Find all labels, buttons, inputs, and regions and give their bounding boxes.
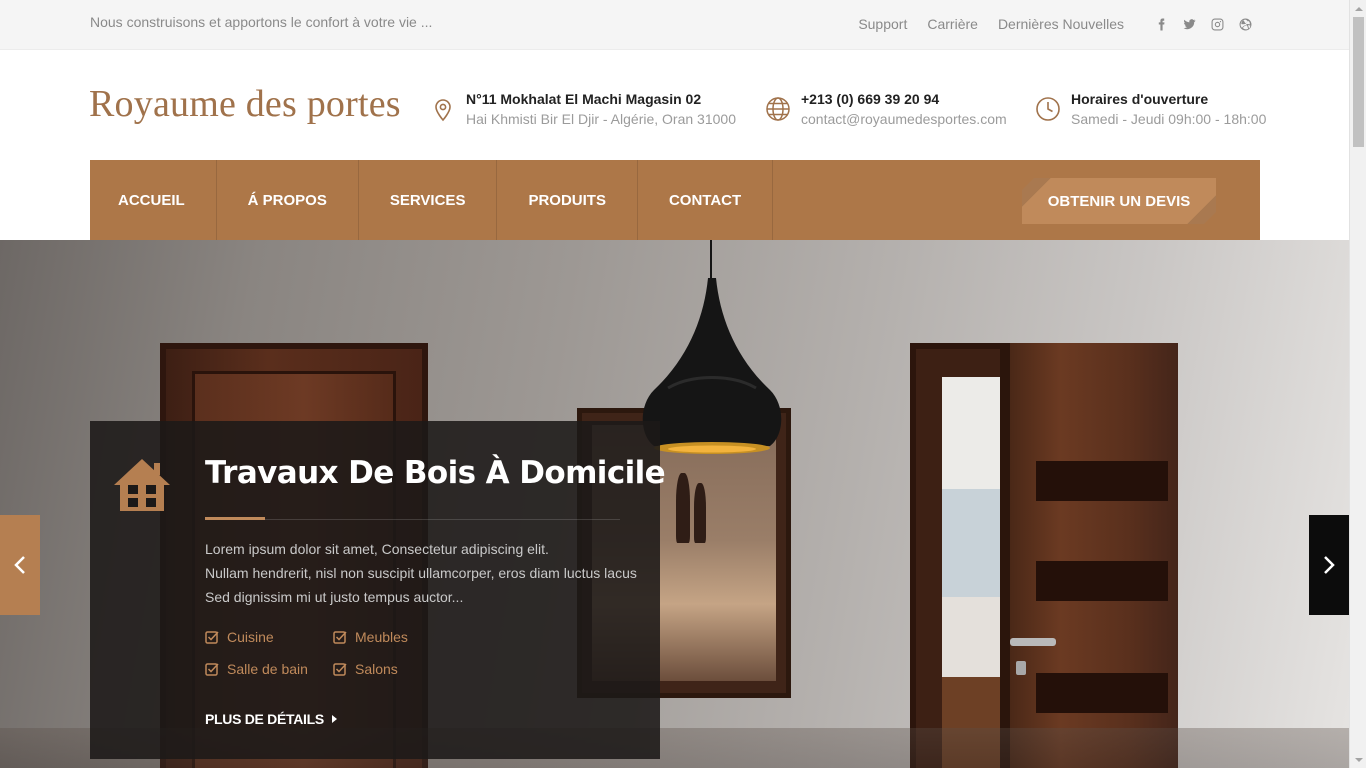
main-nav: ACCUEIL Á PROPOS SERVICES PRODUITS CONTA…: [90, 160, 1260, 240]
door-opening: [942, 377, 1004, 768]
painting-vase: [694, 483, 706, 543]
phone-number[interactable]: +213 (0) 669 39 20 94: [801, 90, 1007, 108]
nav-item-accueil[interactable]: ACCUEIL: [90, 160, 217, 240]
feature-item: Salle de bain: [205, 661, 308, 677]
map-pin-icon: [430, 96, 456, 122]
facebook-icon[interactable]: [1154, 17, 1168, 31]
get-quote-button[interactable]: OBTENIR UN DEVIS: [1022, 178, 1216, 224]
title-divider: [205, 519, 620, 520]
door-lock: [1016, 661, 1026, 675]
hours-value: Samedi - Jeudi 09h:00 - 18h:00: [1071, 111, 1267, 127]
feature-label: Salle de bain: [227, 661, 308, 677]
feature-item: Cuisine: [205, 629, 274, 645]
chevron-left-icon: [14, 556, 25, 574]
nav-item-produits[interactable]: PRODUITS: [497, 160, 638, 240]
title-divider-accent: [205, 517, 265, 520]
hero-overlay: Travaux De Bois À Domicile Lorem ipsum d…: [90, 421, 666, 759]
instagram-icon[interactable]: [1210, 17, 1224, 31]
twitter-icon[interactable]: [1182, 17, 1196, 31]
contact-info: +213 (0) 669 39 20 94 contact@royaumedes…: [765, 90, 1007, 130]
address-line1: N°11 Mokhalat El Machi Magasin 02: [466, 91, 702, 107]
feature-label: Salons: [355, 661, 398, 677]
news-link[interactable]: Dernières Nouvelles: [998, 16, 1124, 32]
chevron-right-icon: [1324, 556, 1335, 574]
feature-item: Meubles: [333, 629, 408, 645]
social-links: [1140, 17, 1252, 31]
slider-prev-button[interactable]: [0, 515, 40, 615]
more-details-link[interactable]: PLUS DE DÉTAILS: [205, 711, 337, 727]
top-bar: Nous construisons et apportons le confor…: [0, 0, 1349, 50]
hero-slider: Travaux De Bois À Domicile Lorem ipsum d…: [0, 240, 1349, 768]
door-strip: [1036, 673, 1168, 713]
description-line: Lorem ipsum dolor sit amet, Consectetur …: [205, 541, 549, 557]
lamp-cord: [710, 240, 712, 280]
checkbox-icon: [333, 630, 347, 644]
hero-door-right: [1000, 343, 1178, 768]
top-links: Support Carrière Dernières Nouvelles: [838, 16, 1252, 32]
checkbox-icon: [333, 662, 347, 676]
checkbox-icon: [205, 630, 219, 644]
page-scrollbar[interactable]: [1349, 0, 1366, 768]
logo[interactable]: Royaume des portes: [89, 82, 401, 126]
painting-vase: [676, 473, 690, 543]
nav-item-contact[interactable]: CONTACT: [638, 160, 774, 240]
house-icon: [112, 455, 172, 515]
scroll-down-icon[interactable]: [1350, 751, 1366, 768]
globe-icon: [765, 96, 791, 122]
email-address[interactable]: contact@royaumedesportes.com: [801, 108, 1007, 130]
scroll-up-icon[interactable]: [1350, 0, 1366, 17]
scrollbar-thumb[interactable]: [1353, 17, 1364, 147]
description-line: Sed dignissim mi ut justo tempus auctor.…: [205, 589, 464, 605]
checkbox-icon: [205, 662, 219, 676]
hero-title: Travaux De Bois À Domicile: [205, 455, 666, 491]
get-quote-label: OBTENIR UN DEVIS: [1047, 192, 1191, 210]
caret-right-icon: [331, 715, 337, 723]
tagline: Nous construisons et apportons le confor…: [90, 14, 433, 30]
door-strip: [1036, 561, 1168, 601]
dribbble-icon[interactable]: [1238, 17, 1252, 31]
hero-description: Lorem ipsum dolor sit amet, Consectetur …: [205, 537, 645, 609]
clock-icon: [1035, 96, 1061, 122]
support-link[interactable]: Support: [858, 16, 907, 32]
address-line2: Hai Khmisti Bir El Djir - Algérie, Oran …: [466, 111, 736, 127]
door-strip: [1036, 461, 1168, 501]
feature-item: Salons: [333, 661, 398, 677]
door-handle: [1010, 638, 1056, 646]
nav-item-a-propos[interactable]: Á PROPOS: [217, 160, 359, 240]
career-link[interactable]: Carrière: [927, 16, 978, 32]
site-header: Royaume des portes N°11 Mokhalat El Mach…: [0, 50, 1349, 160]
hours-title: Horaires d'ouverture: [1071, 91, 1209, 107]
feature-label: Cuisine: [227, 629, 274, 645]
hours-info: Horaires d'ouverture Samedi - Jeudi 09h:…: [1035, 90, 1266, 130]
more-details-label: PLUS DE DÉTAILS: [205, 711, 324, 727]
feature-label: Meubles: [355, 629, 408, 645]
slider-next-button[interactable]: [1309, 515, 1349, 615]
nav-item-services[interactable]: SERVICES: [359, 160, 498, 240]
address-info: N°11 Mokhalat El Machi Magasin 02 Hai Kh…: [430, 90, 736, 130]
pendant-lamp: [638, 278, 786, 458]
description-line: Nullam hendrerit, nisl non suscipit ulla…: [205, 565, 637, 581]
